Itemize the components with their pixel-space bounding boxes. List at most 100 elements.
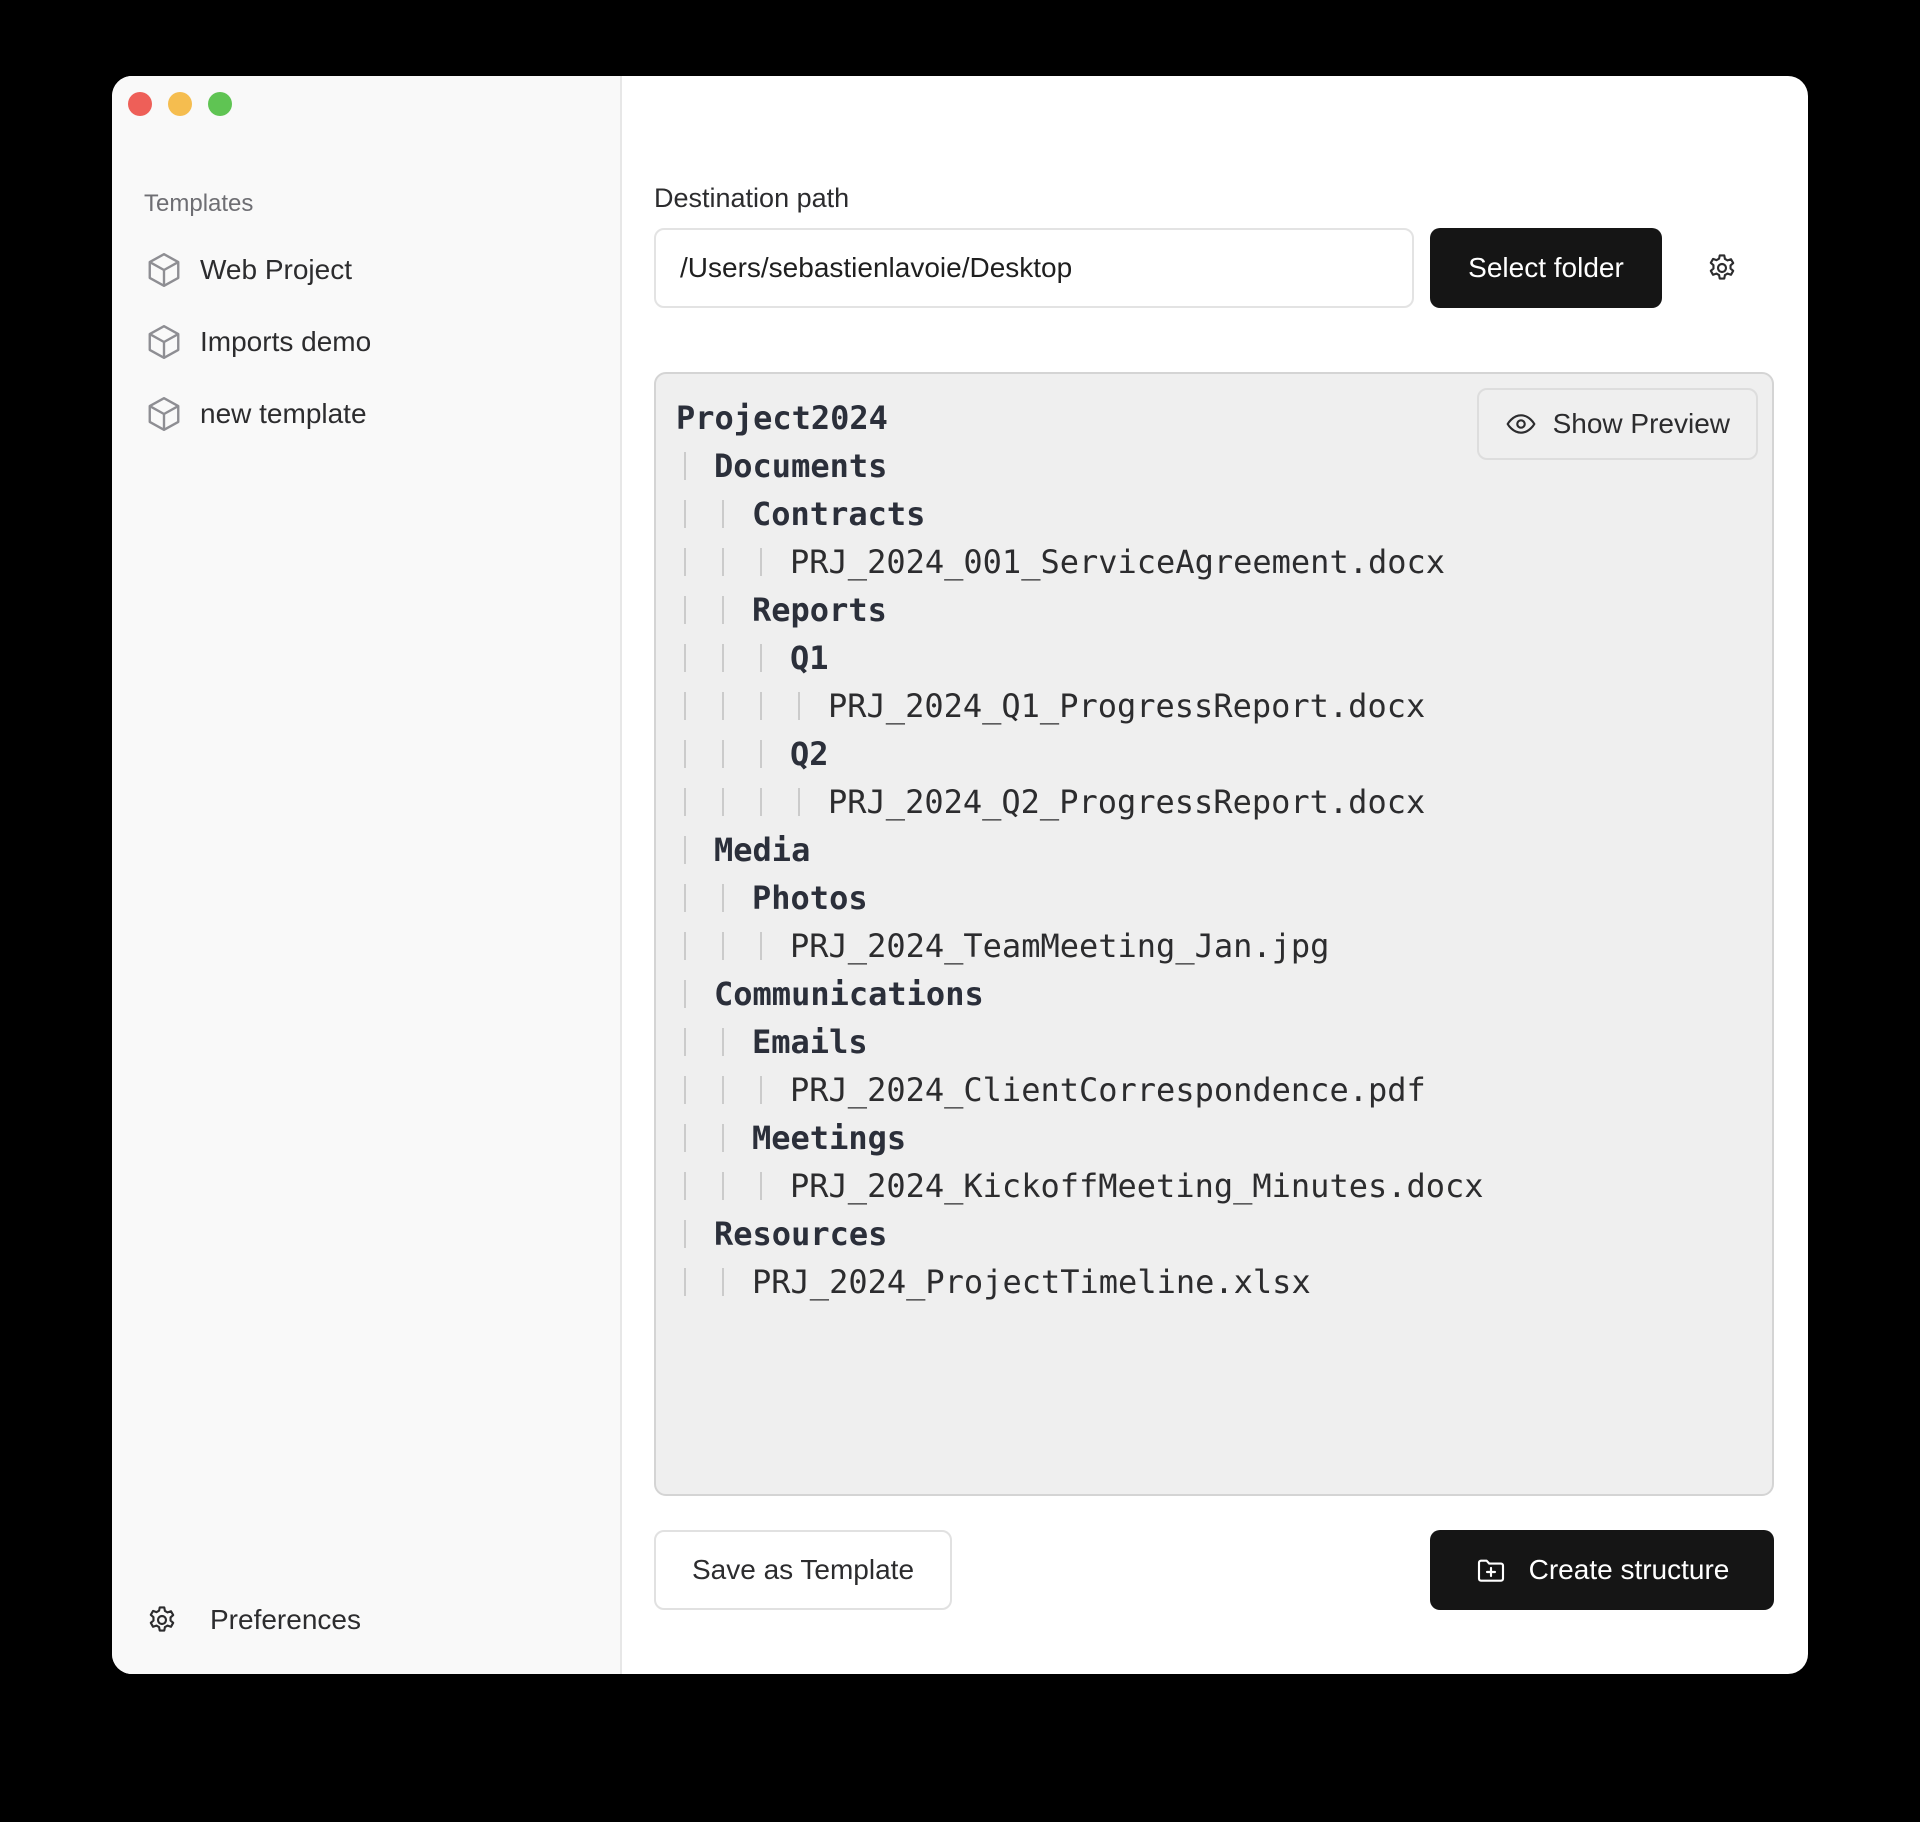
tree-folder-name: Project2024 (676, 399, 888, 437)
destination-path-input[interactable] (654, 228, 1414, 308)
tree-indent-guide (676, 1258, 714, 1306)
main-panel: Destination path Select folder Project20… (622, 76, 1808, 1674)
tree-indent-guide (752, 730, 790, 778)
tree-indent-guide (752, 1066, 790, 1114)
tree-indent-guide (676, 682, 714, 730)
tree-folder-row[interactable]: Q2 (676, 730, 1484, 778)
tree-folder-row[interactable]: Documents (676, 442, 1484, 490)
tree-folder-name: Resources (714, 1215, 888, 1253)
tree-indent-guide (790, 778, 828, 826)
tree-folder-row[interactable]: Contracts (676, 490, 1484, 538)
tree-indent-guide (676, 874, 714, 922)
sidebar-item-web-project[interactable]: Web Project (144, 234, 600, 306)
tree-file-name: PRJ_2024_001_ServiceAgreement.docx (790, 543, 1446, 581)
tree-indent-guide (676, 1210, 714, 1258)
cube-icon (144, 394, 184, 434)
tree-folder-name: Communications (714, 975, 984, 1013)
tree-indent-guide (714, 1162, 752, 1210)
tree-folder-row[interactable]: Photos (676, 874, 1484, 922)
tree-indent-guide (752, 538, 790, 586)
tree-file-row[interactable]: PRJ_2024_ClientCorrespondence.pdf (676, 1066, 1484, 1114)
tree-indent-guide (676, 826, 714, 874)
window-controls (128, 92, 232, 116)
tree-folder-name: Contracts (752, 495, 926, 533)
tree-indent-guide (752, 778, 790, 826)
tree-indent-guide (752, 634, 790, 682)
minimize-window-button[interactable] (168, 92, 192, 116)
tree-indent-guide (714, 874, 752, 922)
tree-indent-guide (676, 442, 714, 490)
sidebar: Templates Web Project Imports demo new t… (112, 76, 622, 1674)
tree-indent-guide (752, 922, 790, 970)
tree-indent-guide (714, 586, 752, 634)
sidebar-item-label: new template (200, 398, 367, 429)
tree-indent-guide (714, 490, 752, 538)
tree-folder-name: Photos (752, 879, 868, 917)
settings-button[interactable] (1702, 248, 1742, 288)
tree-file-row[interactable]: PRJ_2024_KickoffMeeting_Minutes.docx (676, 1162, 1484, 1210)
tree-indent-guide (714, 1258, 752, 1306)
sidebar-item-imports-demo[interactable]: Imports demo (144, 306, 600, 378)
tree-indent-guide (714, 682, 752, 730)
tree-folder-row[interactable]: Meetings (676, 1114, 1484, 1162)
tree-folder-name: Reports (752, 591, 887, 629)
tree-file-name: PRJ_2024_TeamMeeting_Jan.jpg (790, 927, 1330, 965)
tree-folder-row[interactable]: Media (676, 826, 1484, 874)
tree-folder-row[interactable]: Q1 (676, 634, 1484, 682)
tree-file-row[interactable]: PRJ_2024_TeamMeeting_Jan.jpg (676, 922, 1484, 970)
preferences-button[interactable]: Preferences (144, 1592, 361, 1648)
tree-folder-row[interactable]: Emails (676, 1018, 1484, 1066)
tree-folder-name: Documents (714, 447, 888, 485)
tree-indent-guide (676, 1066, 714, 1114)
tree-indent-guide (714, 1066, 752, 1114)
tree-indent-guide (714, 778, 752, 826)
tree-folder-name: Emails (752, 1023, 868, 1061)
tree-indent-guide (676, 490, 714, 538)
tree-folder-name: Q2 (790, 735, 829, 773)
tree-indent-guide (676, 634, 714, 682)
select-folder-button[interactable]: Select folder (1430, 228, 1662, 308)
close-window-button[interactable] (128, 92, 152, 116)
tree-file-row[interactable]: PRJ_2024_Q1_ProgressReport.docx (676, 682, 1484, 730)
tree-indent-guide (676, 730, 714, 778)
tree-folder-row[interactable]: Project2024 (676, 394, 1484, 442)
tree-indent-guide (790, 682, 828, 730)
tree-folder-row[interactable]: Communications (676, 970, 1484, 1018)
sidebar-item-label: Imports demo (200, 326, 372, 357)
tree-file-name: PRJ_2024_KickoffMeeting_Minutes.docx (790, 1167, 1484, 1205)
maximize-window-button[interactable] (208, 92, 232, 116)
app-window: Templates Web Project Imports demo new t… (112, 76, 1808, 1674)
tree-indent-guide (676, 778, 714, 826)
create-structure-label: Create structure (1528, 1554, 1730, 1585)
tree-file-row[interactable]: PRJ_2024_ProjectTimeline.xlsx (676, 1258, 1484, 1306)
tree-folder-row[interactable]: Resources (676, 1210, 1484, 1258)
create-structure-button[interactable]: Create structure (1430, 1530, 1774, 1610)
tree-indent-guide (714, 1114, 752, 1162)
sidebar-item-label: Web Project (200, 254, 352, 285)
tree-folder-row[interactable]: Reports (676, 586, 1484, 634)
tree-indent-guide (752, 1162, 790, 1210)
folder-tree: Project2024 Documents Contracts PRJ_2024_00… (676, 394, 1484, 1306)
tree-folder-name: Q1 (790, 639, 829, 677)
tree-indent-guide (714, 634, 752, 682)
tree-file-row[interactable]: PRJ_2024_001_ServiceAgreement.docx (676, 538, 1484, 586)
tree-file-name: PRJ_2024_ClientCorrespondence.pdf (790, 1071, 1426, 1109)
templates-section: Templates Web Project Imports demo new t… (144, 188, 600, 450)
destination-path-label: Destination path (654, 183, 850, 213)
tree-indent-guide (714, 730, 752, 778)
tree-file-row[interactable]: PRJ_2024_Q2_ProgressReport.docx (676, 778, 1484, 826)
tree-folder-name: Media (714, 831, 811, 869)
save-as-template-button[interactable]: Save as Template (654, 1530, 952, 1610)
show-preview-button[interactable]: Show Preview (1476, 388, 1758, 460)
structure-editor[interactable]: Project2024 Documents Contracts PRJ_2024_00… (654, 372, 1774, 1496)
tree-file-name: PRJ_2024_Q1_ProgressReport.docx (828, 687, 1426, 725)
tree-indent-guide (676, 538, 714, 586)
tree-indent-guide (676, 586, 714, 634)
gear-icon (144, 1602, 180, 1638)
cube-icon (144, 250, 184, 290)
tree-indent-guide (714, 1018, 752, 1066)
sidebar-item-new-template[interactable]: new template (144, 378, 600, 450)
folder-plus-icon (1477, 1559, 1504, 1582)
preferences-label: Preferences (210, 1604, 361, 1635)
tree-file-name: PRJ_2024_ProjectTimeline.xlsx (752, 1263, 1311, 1301)
